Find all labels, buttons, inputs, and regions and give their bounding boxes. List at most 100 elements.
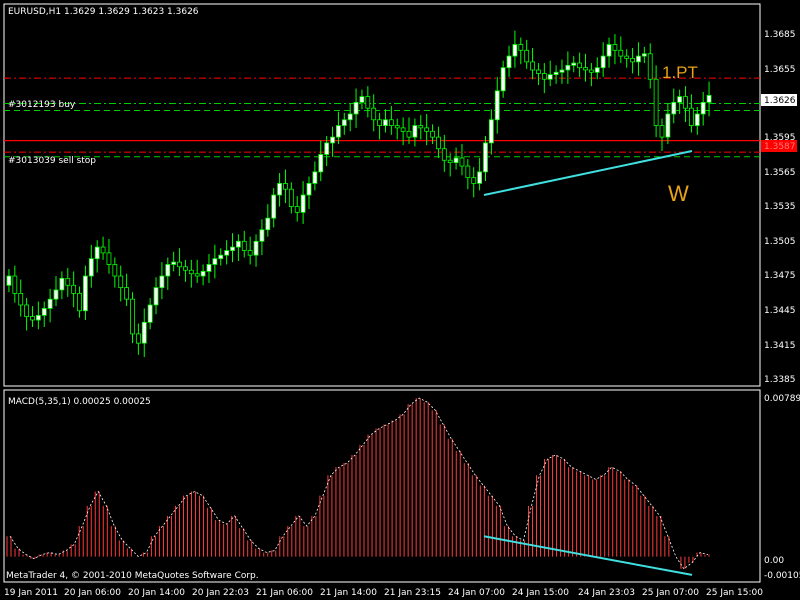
bear-candle — [612, 44, 618, 51]
stop-price-label: 1.3587 — [764, 142, 796, 152]
bull-candle — [324, 142, 330, 155]
bear-candle — [406, 130, 412, 138]
bull-candle — [706, 95, 712, 103]
bull-candle — [88, 258, 94, 277]
macd-label: MACD(5,35,1) 0.00025 0.00025 — [8, 397, 151, 407]
bull-candle — [547, 74, 553, 80]
bear-candle — [177, 261, 182, 268]
bear-candle — [288, 188, 294, 207]
price-tick: 1.3505 — [764, 237, 796, 247]
bull-candle — [571, 62, 577, 66]
macd-tick: -0.00105 — [764, 571, 800, 581]
bear-candle — [588, 69, 594, 73]
copyright-text: MetaTrader 4, © 2001-2010 MetaQuotes Sof… — [6, 571, 259, 581]
bull-candle — [671, 101, 677, 115]
bull-candle — [271, 194, 277, 219]
bear-candle — [247, 250, 253, 256]
bear-candle — [689, 107, 694, 126]
bull-candle — [165, 264, 171, 277]
bear-candle — [541, 73, 547, 80]
bull-candle — [512, 44, 518, 57]
bull-candle — [153, 287, 159, 306]
bull-candle — [506, 55, 512, 69]
bull-candle — [594, 67, 600, 73]
bull-candle — [53, 289, 59, 300]
bear-candle — [459, 157, 465, 167]
bull-candle — [6, 275, 12, 286]
price-tick: 1.3685 — [764, 30, 796, 40]
bear-candle — [377, 119, 382, 126]
bear-candle — [371, 107, 377, 121]
bull-candle — [141, 321, 147, 344]
bull-candle — [453, 157, 459, 163]
current-price-label: 1.3626 — [764, 96, 796, 106]
w-annotation: W — [668, 181, 689, 206]
price-tick: 1.3445 — [764, 306, 796, 316]
bull-candle — [200, 270, 206, 277]
bull-candle — [300, 194, 306, 213]
bear-candle — [647, 53, 653, 80]
time-tick: 21 Jan 14:00 — [320, 588, 377, 598]
bear-candle — [447, 159, 453, 163]
chart-canvas[interactable]: EURUSD,H1 1.3629 1.3629 1.3623 1.3626 #3… — [0, 0, 800, 600]
bear-candle — [283, 183, 288, 190]
bear-candle — [653, 78, 659, 126]
bull-candle — [559, 69, 565, 73]
bull-candle — [47, 298, 53, 309]
bull-candle — [694, 113, 700, 126]
time-tick: 19 Jan 2011 — [4, 588, 58, 598]
bull-candle — [488, 119, 494, 144]
bull-candle — [500, 67, 506, 92]
bear-candle — [112, 264, 118, 277]
macd-tick: 0.00789 — [764, 394, 800, 404]
time-tick: 24 Jan 07:00 — [448, 588, 505, 598]
bear-candle — [659, 125, 665, 138]
bull-candle — [359, 96, 365, 103]
bull-candle — [265, 217, 271, 231]
bear-candle — [71, 284, 77, 294]
bull-candle — [35, 314, 41, 321]
bull-candle — [477, 171, 483, 184]
pt-annotation: 1.PT — [662, 63, 698, 82]
time-tick: 25 Jan 07:00 — [642, 588, 699, 598]
price-tick: 1.3535 — [764, 202, 796, 212]
bull-candle — [677, 96, 683, 103]
bear-candle — [465, 165, 471, 179]
bull-candle — [218, 254, 224, 260]
bear-candle — [24, 304, 29, 317]
bear-candle — [436, 136, 441, 150]
bull-candle — [700, 101, 706, 115]
bull-candle — [306, 183, 312, 196]
bull-candle — [565, 64, 571, 71]
price-tick: 1.3415 — [764, 341, 796, 351]
bull-candle — [230, 246, 235, 251]
bull-candle — [336, 125, 341, 138]
bear-candle — [630, 58, 635, 63]
bull-candle — [206, 264, 212, 272]
bear-candle — [188, 269, 194, 275]
time-tick: 25 Jan 15:00 — [706, 588, 763, 598]
time-tick: 24 Jan 23:03 — [578, 588, 635, 598]
time-tick: 21 Jan 06:00 — [256, 588, 313, 598]
bull-candle — [147, 304, 153, 323]
bear-candle — [194, 273, 200, 277]
sellstop-order-label[interactable]: #3013039 sell stop — [8, 156, 96, 166]
price-tick: 1.3475 — [764, 271, 796, 281]
bear-candle — [12, 275, 18, 294]
time-tick: 20 Jan 14:00 — [128, 588, 185, 598]
bear-candle — [624, 55, 630, 59]
buy-order-label[interactable]: #3012193 buy — [8, 100, 76, 110]
price-tick: 1.3565 — [764, 168, 796, 178]
bull-candle — [253, 240, 259, 256]
bear-candle — [130, 298, 135, 335]
time-tick: 20 Jan 22:03 — [192, 588, 249, 598]
time-axis: 19 Jan 2011 20 Jan 06:00 20 Jan 14:00 20… — [4, 588, 763, 598]
bear-candle — [77, 292, 82, 312]
bear-candle — [536, 69, 541, 74]
bear-candle — [424, 127, 430, 132]
bear-candle — [518, 44, 524, 51]
bear-candle — [388, 119, 394, 126]
bear-candle — [183, 266, 188, 271]
bull-candle — [483, 142, 488, 173]
bear-candle — [524, 49, 530, 63]
